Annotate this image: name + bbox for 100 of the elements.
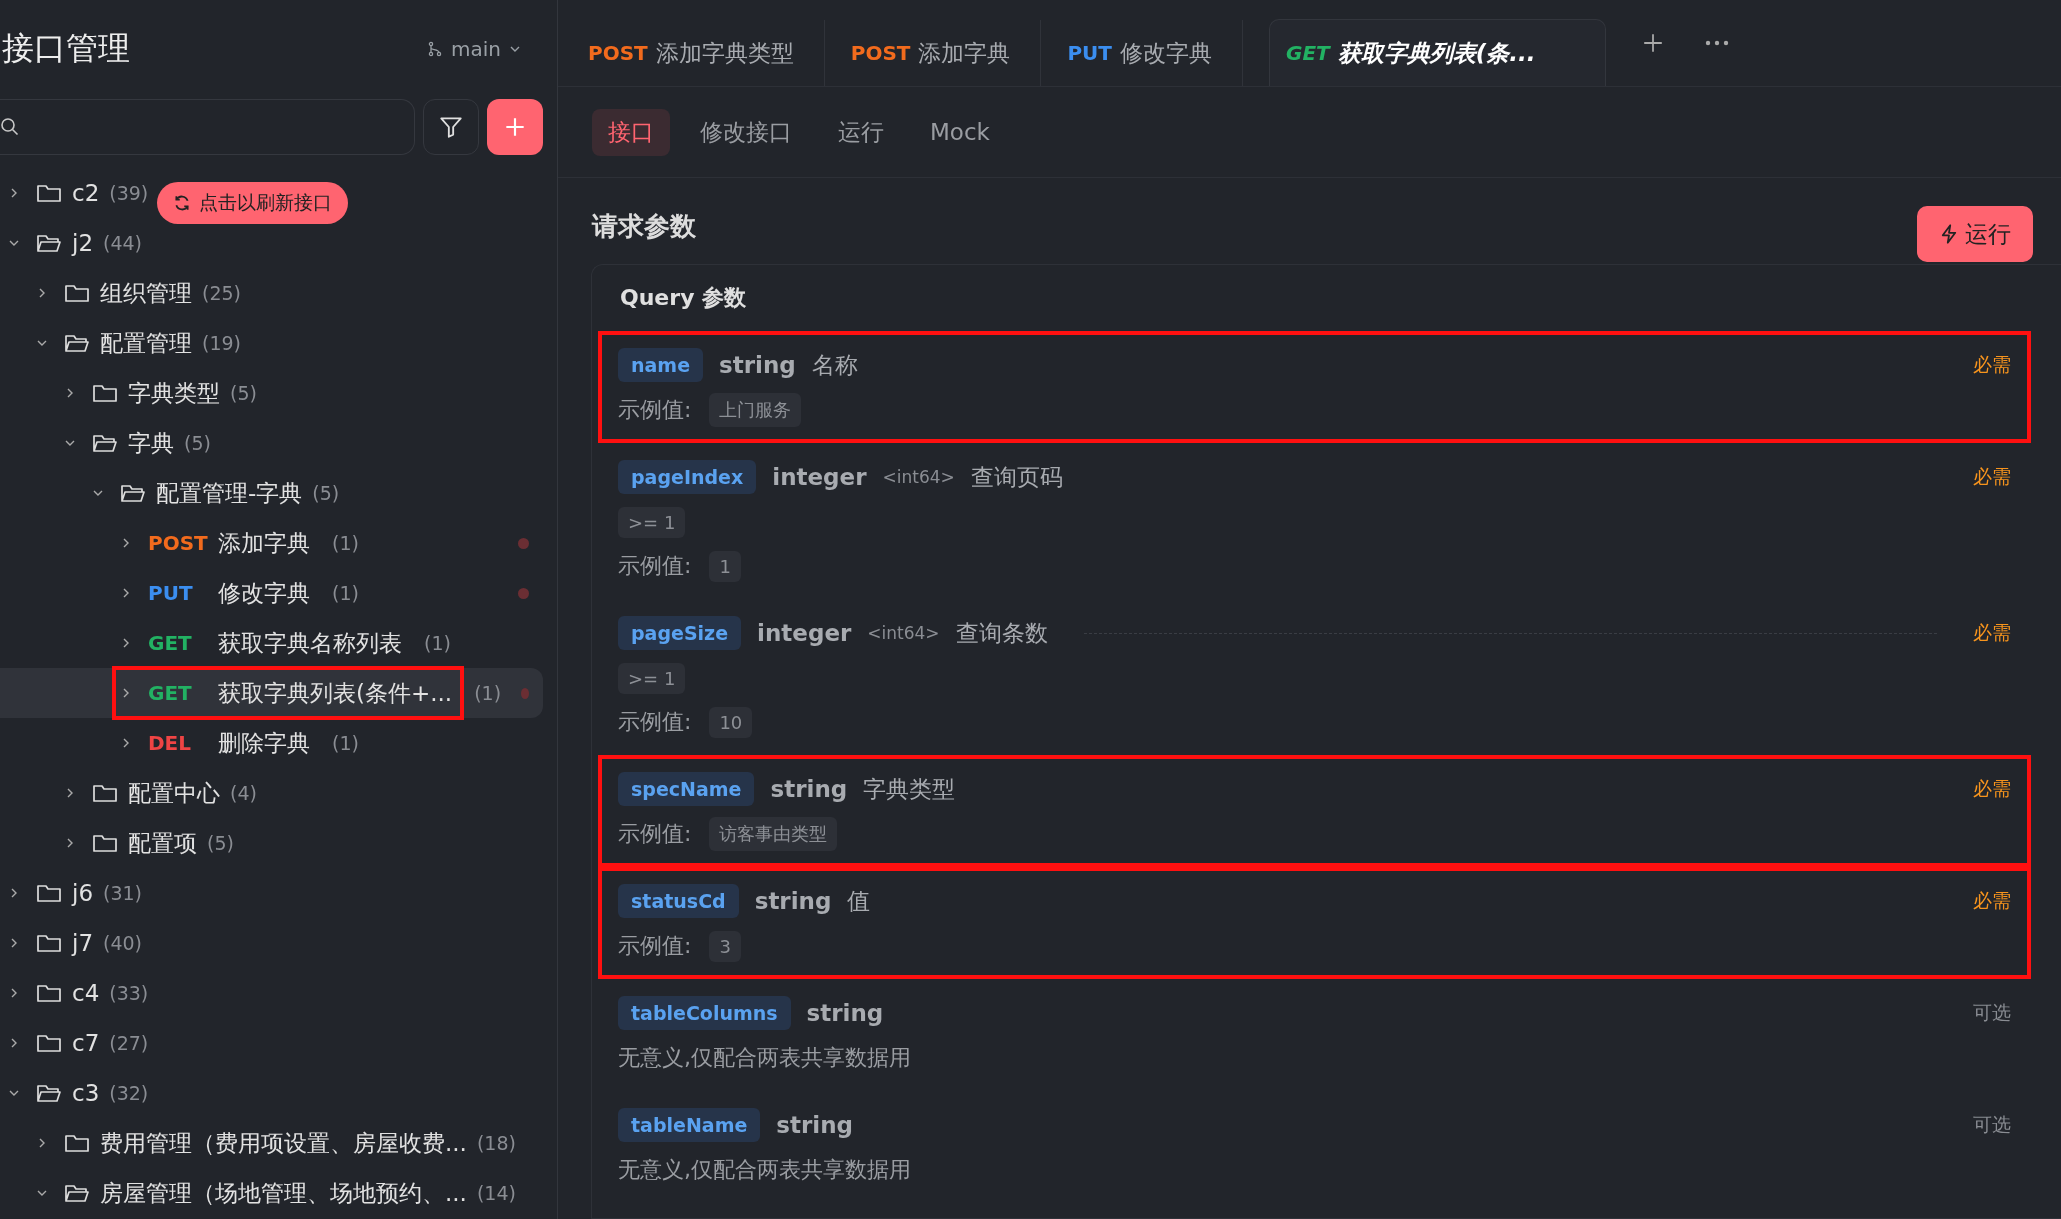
item-count: (44) xyxy=(103,232,143,254)
selected-tree-row[interactable]: GET 获取字典列表(条件+... (1) xyxy=(0,668,543,718)
folder-icon xyxy=(64,282,90,304)
refresh-icon xyxy=(173,194,191,212)
view-tab[interactable]: 运行 xyxy=(822,108,900,156)
folder-icon xyxy=(36,932,62,954)
requirement-label: 必需 xyxy=(1973,888,2011,913)
param-format: <int64> xyxy=(867,623,940,643)
constraint-chip: >= 1 xyxy=(618,506,686,538)
param-description: 查询页码 xyxy=(970,462,1063,492)
folder-name[interactable]: 组织管理 xyxy=(100,277,192,309)
folder-name[interactable]: j7 xyxy=(72,930,94,956)
open-folder-icon xyxy=(36,1082,62,1104)
example-value: 10 xyxy=(709,706,753,738)
refresh-button[interactable]: 点击以刷新接口 xyxy=(157,182,348,224)
item-count: (1) xyxy=(474,682,502,704)
item-count: (19) xyxy=(202,332,241,354)
requirement-label: 可选 xyxy=(1973,1112,2011,1137)
endpoint-name[interactable]: 获取字典列表(条件+... xyxy=(218,677,453,709)
item-count: (40) xyxy=(103,932,143,954)
branch-selector[interactable]: main xyxy=(421,36,527,62)
item-count: (18) xyxy=(476,1132,516,1154)
requirement-label: 可选 xyxy=(1973,1000,2011,1025)
folder-name[interactable]: c7 xyxy=(72,1030,100,1056)
param-name: specName xyxy=(618,772,755,806)
open-folder-icon xyxy=(64,332,90,354)
request-tab[interactable]: POST 添加字典 xyxy=(850,20,1042,86)
item-count: (1) xyxy=(424,632,451,654)
folder-icon xyxy=(64,1132,90,1154)
search-field[interactable] xyxy=(0,99,415,155)
view-tab[interactable]: 接口 xyxy=(592,108,670,156)
example-label: 示例值: xyxy=(618,708,692,736)
more-icon[interactable] xyxy=(1704,40,1731,46)
http-method: DEL xyxy=(148,731,192,755)
item-count: (5) xyxy=(312,482,340,504)
http-method: GET xyxy=(148,681,193,705)
run-button[interactable]: 运行 xyxy=(1917,206,2033,262)
example-label: 示例值: xyxy=(618,396,692,424)
folder-name[interactable]: c2 xyxy=(72,180,100,206)
request-tab[interactable]: PUT 修改字典 xyxy=(1067,20,1243,86)
param-format: <int64> xyxy=(882,467,955,487)
folder-name[interactable]: 配置管理 xyxy=(100,327,192,359)
item-count: (25) xyxy=(202,282,241,304)
search-icon xyxy=(0,117,20,137)
example-label: 示例值: xyxy=(618,932,692,960)
filter-button[interactable] xyxy=(423,99,479,155)
folder-name[interactable]: 配置中心 xyxy=(128,777,220,809)
param-type: string xyxy=(754,888,832,914)
endpoint-name[interactable]: 获取字典名称列表 xyxy=(218,627,402,659)
param-description: 名称 xyxy=(811,350,858,380)
open-folder-icon xyxy=(92,432,118,454)
param-note: 无意义,仅配合两表共享数据用 xyxy=(618,1156,911,1184)
endpoint-name[interactable]: 删除字典 xyxy=(218,727,310,759)
folder-icon xyxy=(36,982,62,1004)
sidebar-title: 接口管理 xyxy=(2,28,130,69)
open-folder-icon xyxy=(36,232,62,254)
folder-name[interactable]: 配置项 xyxy=(128,827,197,859)
folder-name[interactable]: 配置管理-字典 xyxy=(156,477,303,509)
http-method: PUT xyxy=(148,581,194,605)
folder-name[interactable]: c3 xyxy=(72,1080,100,1106)
filter-icon xyxy=(438,114,464,140)
example-value: 3 xyxy=(709,930,741,962)
folder-name[interactable]: j2 xyxy=(72,230,94,256)
param-name: tableName xyxy=(618,1108,761,1142)
section-title: 请求参数 xyxy=(592,210,696,243)
new-tab-icon[interactable] xyxy=(1642,32,1665,54)
folder-icon xyxy=(36,182,62,204)
item-count: (5) xyxy=(207,832,234,854)
constraint-chip: >= 1 xyxy=(618,662,686,694)
folder-name[interactable]: 字典 xyxy=(128,427,174,459)
param-description: 值 xyxy=(847,886,871,916)
folder-name[interactable]: j6 xyxy=(72,880,94,906)
param-name: statusCd xyxy=(618,884,739,918)
param-type: string xyxy=(806,1000,884,1026)
param-type: integer xyxy=(772,464,867,490)
item-count: (33) xyxy=(109,982,149,1004)
item-count: (27) xyxy=(109,1032,149,1054)
view-tab[interactable]: 修改接口 xyxy=(684,108,808,156)
item-count: (1) xyxy=(332,532,359,554)
request-tab[interactable]: GET 获取字典列表(条... xyxy=(1269,19,1607,86)
folder-name[interactable]: c4 xyxy=(72,980,100,1006)
http-method: GET xyxy=(148,631,193,655)
requirement-label: 必需 xyxy=(1973,352,2011,377)
open-folder-icon xyxy=(120,482,146,504)
request-tab[interactable]: POST 添加字典类型 xyxy=(588,20,825,86)
http-method: POST xyxy=(148,531,208,555)
folder-name[interactable]: 字典类型 xyxy=(128,377,220,409)
param-name: tableColumns xyxy=(618,996,791,1030)
param-type: integer xyxy=(757,620,852,646)
endpoint-name[interactable]: 修改字典 xyxy=(218,577,310,609)
endpoint-name[interactable]: 添加字典 xyxy=(218,527,310,559)
view-tab[interactable]: Mock xyxy=(914,111,1006,153)
example-value: 访客事由类型 xyxy=(709,817,838,851)
item-count: (5) xyxy=(184,432,211,454)
folder-name[interactable]: 房屋管理（场地管理、场地预约、... xyxy=(100,1177,467,1209)
item-count: (1) xyxy=(332,732,359,754)
param-description: 字典类型 xyxy=(863,774,956,804)
folder-name[interactable]: 费用管理（费用项设置、房屋收费... xyxy=(100,1127,467,1159)
item-count: (31) xyxy=(103,882,143,904)
add-button[interactable] xyxy=(487,99,543,155)
